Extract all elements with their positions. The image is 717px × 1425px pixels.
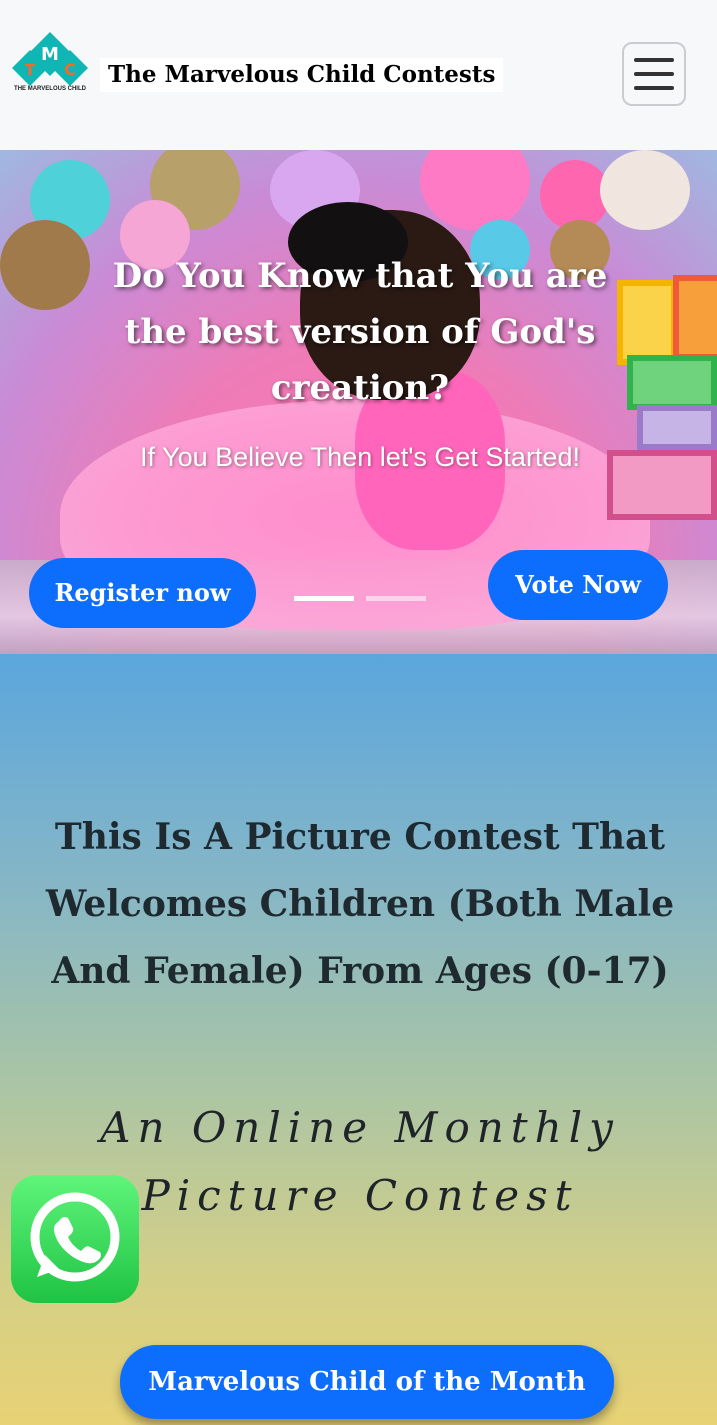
contest-description: This Is A Picture Contest That Welcomes … bbox=[45, 816, 675, 992]
svg-text:M: M bbox=[41, 44, 59, 65]
balloon-decoration bbox=[420, 150, 530, 230]
hamburger-icon bbox=[634, 58, 674, 62]
carousel-indicator-2[interactable] bbox=[366, 596, 426, 601]
whatsapp-icon bbox=[30, 1192, 120, 1282]
hamburger-icon bbox=[634, 86, 674, 90]
balloon-decoration bbox=[600, 150, 690, 230]
brand-title[interactable]: The Marvelous Child Contests bbox=[100, 58, 504, 92]
logo-diamond-icon: M T C bbox=[12, 32, 88, 86]
hero-subheading: If You Believe Then let's Get Started! bbox=[140, 442, 580, 472]
svg-text:T: T bbox=[25, 61, 36, 79]
child-of-month-button[interactable]: Marvelous Child of the Month bbox=[120, 1345, 614, 1419]
balloon-decoration bbox=[0, 220, 90, 310]
register-button[interactable]: Register now bbox=[29, 558, 256, 628]
svg-text:C: C bbox=[64, 60, 76, 79]
hero-heading: Do You Know that You are the best versio… bbox=[112, 256, 608, 408]
site-header: M T C THE MARVELOUS CHILD The Marvelous … bbox=[0, 0, 717, 150]
logo-caption: THE MARVELOUS CHILD bbox=[14, 86, 86, 92]
carousel-indicator-1[interactable] bbox=[294, 596, 354, 601]
whatsapp-button[interactable] bbox=[11, 1175, 139, 1303]
contest-info-section: This Is A Picture Contest That Welcomes … bbox=[0, 654, 717, 1425]
site-logo[interactable]: M T C THE MARVELOUS CHILD bbox=[10, 30, 90, 96]
hamburger-icon bbox=[634, 72, 674, 76]
hero-carousel: Do You Know that You are the best versio… bbox=[0, 150, 717, 654]
vote-button[interactable]: Vote Now bbox=[488, 550, 668, 620]
menu-toggle-button[interactable] bbox=[622, 42, 686, 106]
